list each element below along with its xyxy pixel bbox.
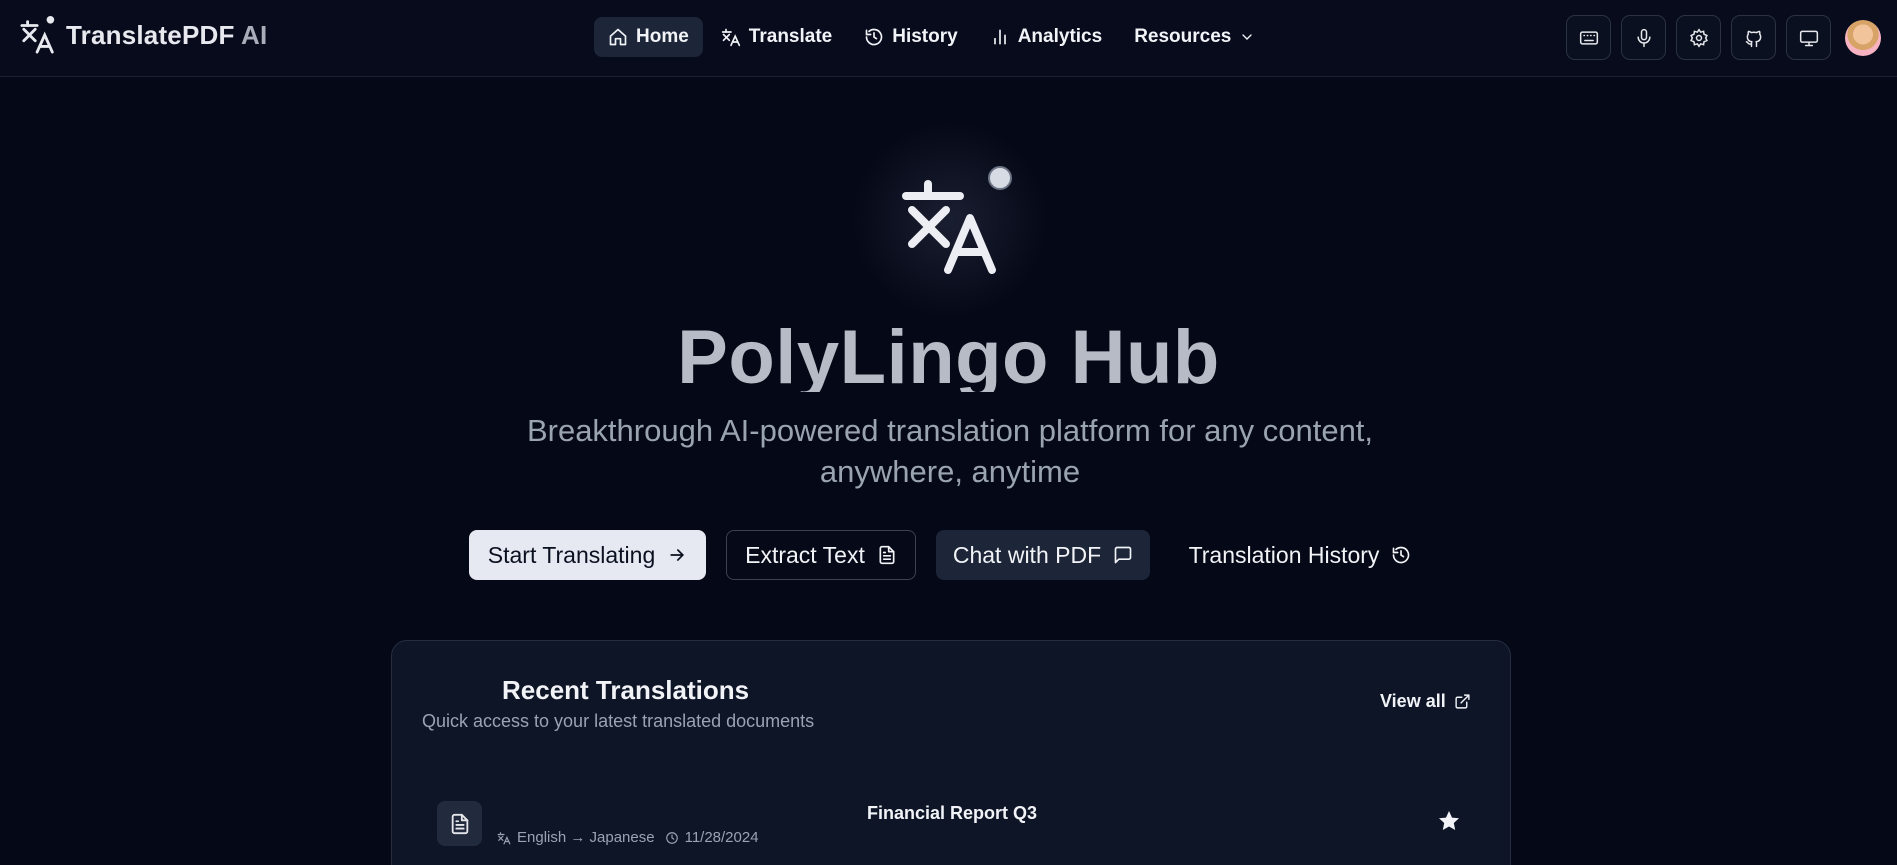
gear-icon: [1689, 27, 1708, 48]
translation-history-label: Translation History: [1188, 541, 1380, 568]
home-icon: [609, 28, 627, 46]
main-nav: Home Translate History Analytics Resourc…: [594, 17, 1269, 57]
nav-translate[interactable]: Translate: [707, 17, 846, 57]
document-date: 11/28/2024: [684, 829, 759, 846]
arrow-right-icon: [670, 549, 685, 561]
view-all-label: View all: [1380, 691, 1446, 711]
nav-history[interactable]: History: [850, 17, 971, 57]
display-mode-button[interactable]: [1786, 15, 1831, 60]
voice-input-button[interactable]: [1621, 15, 1666, 60]
brand[interactable]: TranslatePDF AI: [20, 14, 267, 56]
hero-subtitle: Breakthrough AI-powered translation plat…: [526, 413, 1374, 489]
document-title: Financial Report Q3: [867, 803, 1038, 823]
nav-history-label: History: [892, 26, 958, 47]
translation-history-button[interactable]: Translation History: [1170, 530, 1430, 580]
document-thumbnail: [437, 801, 482, 846]
document-meta: English → Japanese 11/28/2024: [497, 829, 759, 846]
status-dot: [988, 166, 1012, 190]
nav-resources[interactable]: Resources: [1120, 17, 1269, 57]
nav-resources-label: Resources: [1134, 26, 1232, 47]
nav-home-label: Home: [636, 26, 689, 47]
card-title: Recent Translations: [502, 675, 750, 705]
monitor-icon: [1799, 30, 1818, 46]
list-item[interactable]: Financial Report Q3 English → Japanese 1…: [437, 801, 1477, 861]
history-icon: [1393, 546, 1410, 564]
page-title: PolyLingo Hub: [677, 315, 1220, 392]
card-subtitle: Quick access to your latest translated d…: [422, 711, 815, 731]
extract-text-label: Extract Text: [745, 541, 865, 568]
external-link-icon: [1455, 694, 1470, 709]
language-pair: English → Japanese: [517, 829, 655, 846]
github-icon: [1745, 30, 1761, 47]
start-translating-label: Start Translating: [487, 541, 656, 568]
translate-icon: [497, 831, 511, 844]
start-translating-button[interactable]: Start Translating: [469, 530, 706, 580]
nav-analytics[interactable]: Analytics: [976, 17, 1116, 57]
document-icon: [451, 813, 468, 834]
github-button[interactable]: [1731, 15, 1776, 60]
chevron-down-icon: [1242, 34, 1253, 40]
translate-icon: [20, 14, 58, 56]
nav-translate-label: Translate: [748, 26, 833, 47]
view-all-link[interactable]: View all: [1380, 691, 1471, 712]
chat-with-pdf-label: Chat with PDF: [952, 541, 1102, 568]
nav-analytics-label: Analytics: [1017, 26, 1103, 47]
app-title: TranslatePDF AI: [66, 19, 268, 50]
document-icon: [879, 545, 895, 565]
toolbar: [1566, 15, 1881, 60]
chat-with-pdf-button[interactable]: Chat with PDF: [936, 530, 1150, 580]
clock-icon: [665, 831, 678, 844]
star-icon[interactable]: [1437, 809, 1461, 833]
extract-text-button[interactable]: Extract Text: [726, 530, 916, 580]
microphone-icon: [1636, 28, 1651, 47]
translate-icon: [721, 28, 740, 47]
avatar[interactable]: [1845, 19, 1881, 56]
settings-button[interactable]: [1676, 15, 1721, 60]
top-navigation-bar: TranslatePDF AI Home Translate History A…: [0, 0, 1897, 77]
nav-home[interactable]: Home: [594, 17, 703, 57]
keyboard-icon: [1579, 30, 1598, 45]
history-icon: [865, 28, 883, 46]
chat-icon: [1114, 546, 1132, 564]
bar-chart-icon: [993, 29, 1006, 45]
recent-translations-card: Recent Translations Quick access to your…: [391, 640, 1511, 865]
keyboard-shortcuts-button[interactable]: [1566, 15, 1611, 60]
